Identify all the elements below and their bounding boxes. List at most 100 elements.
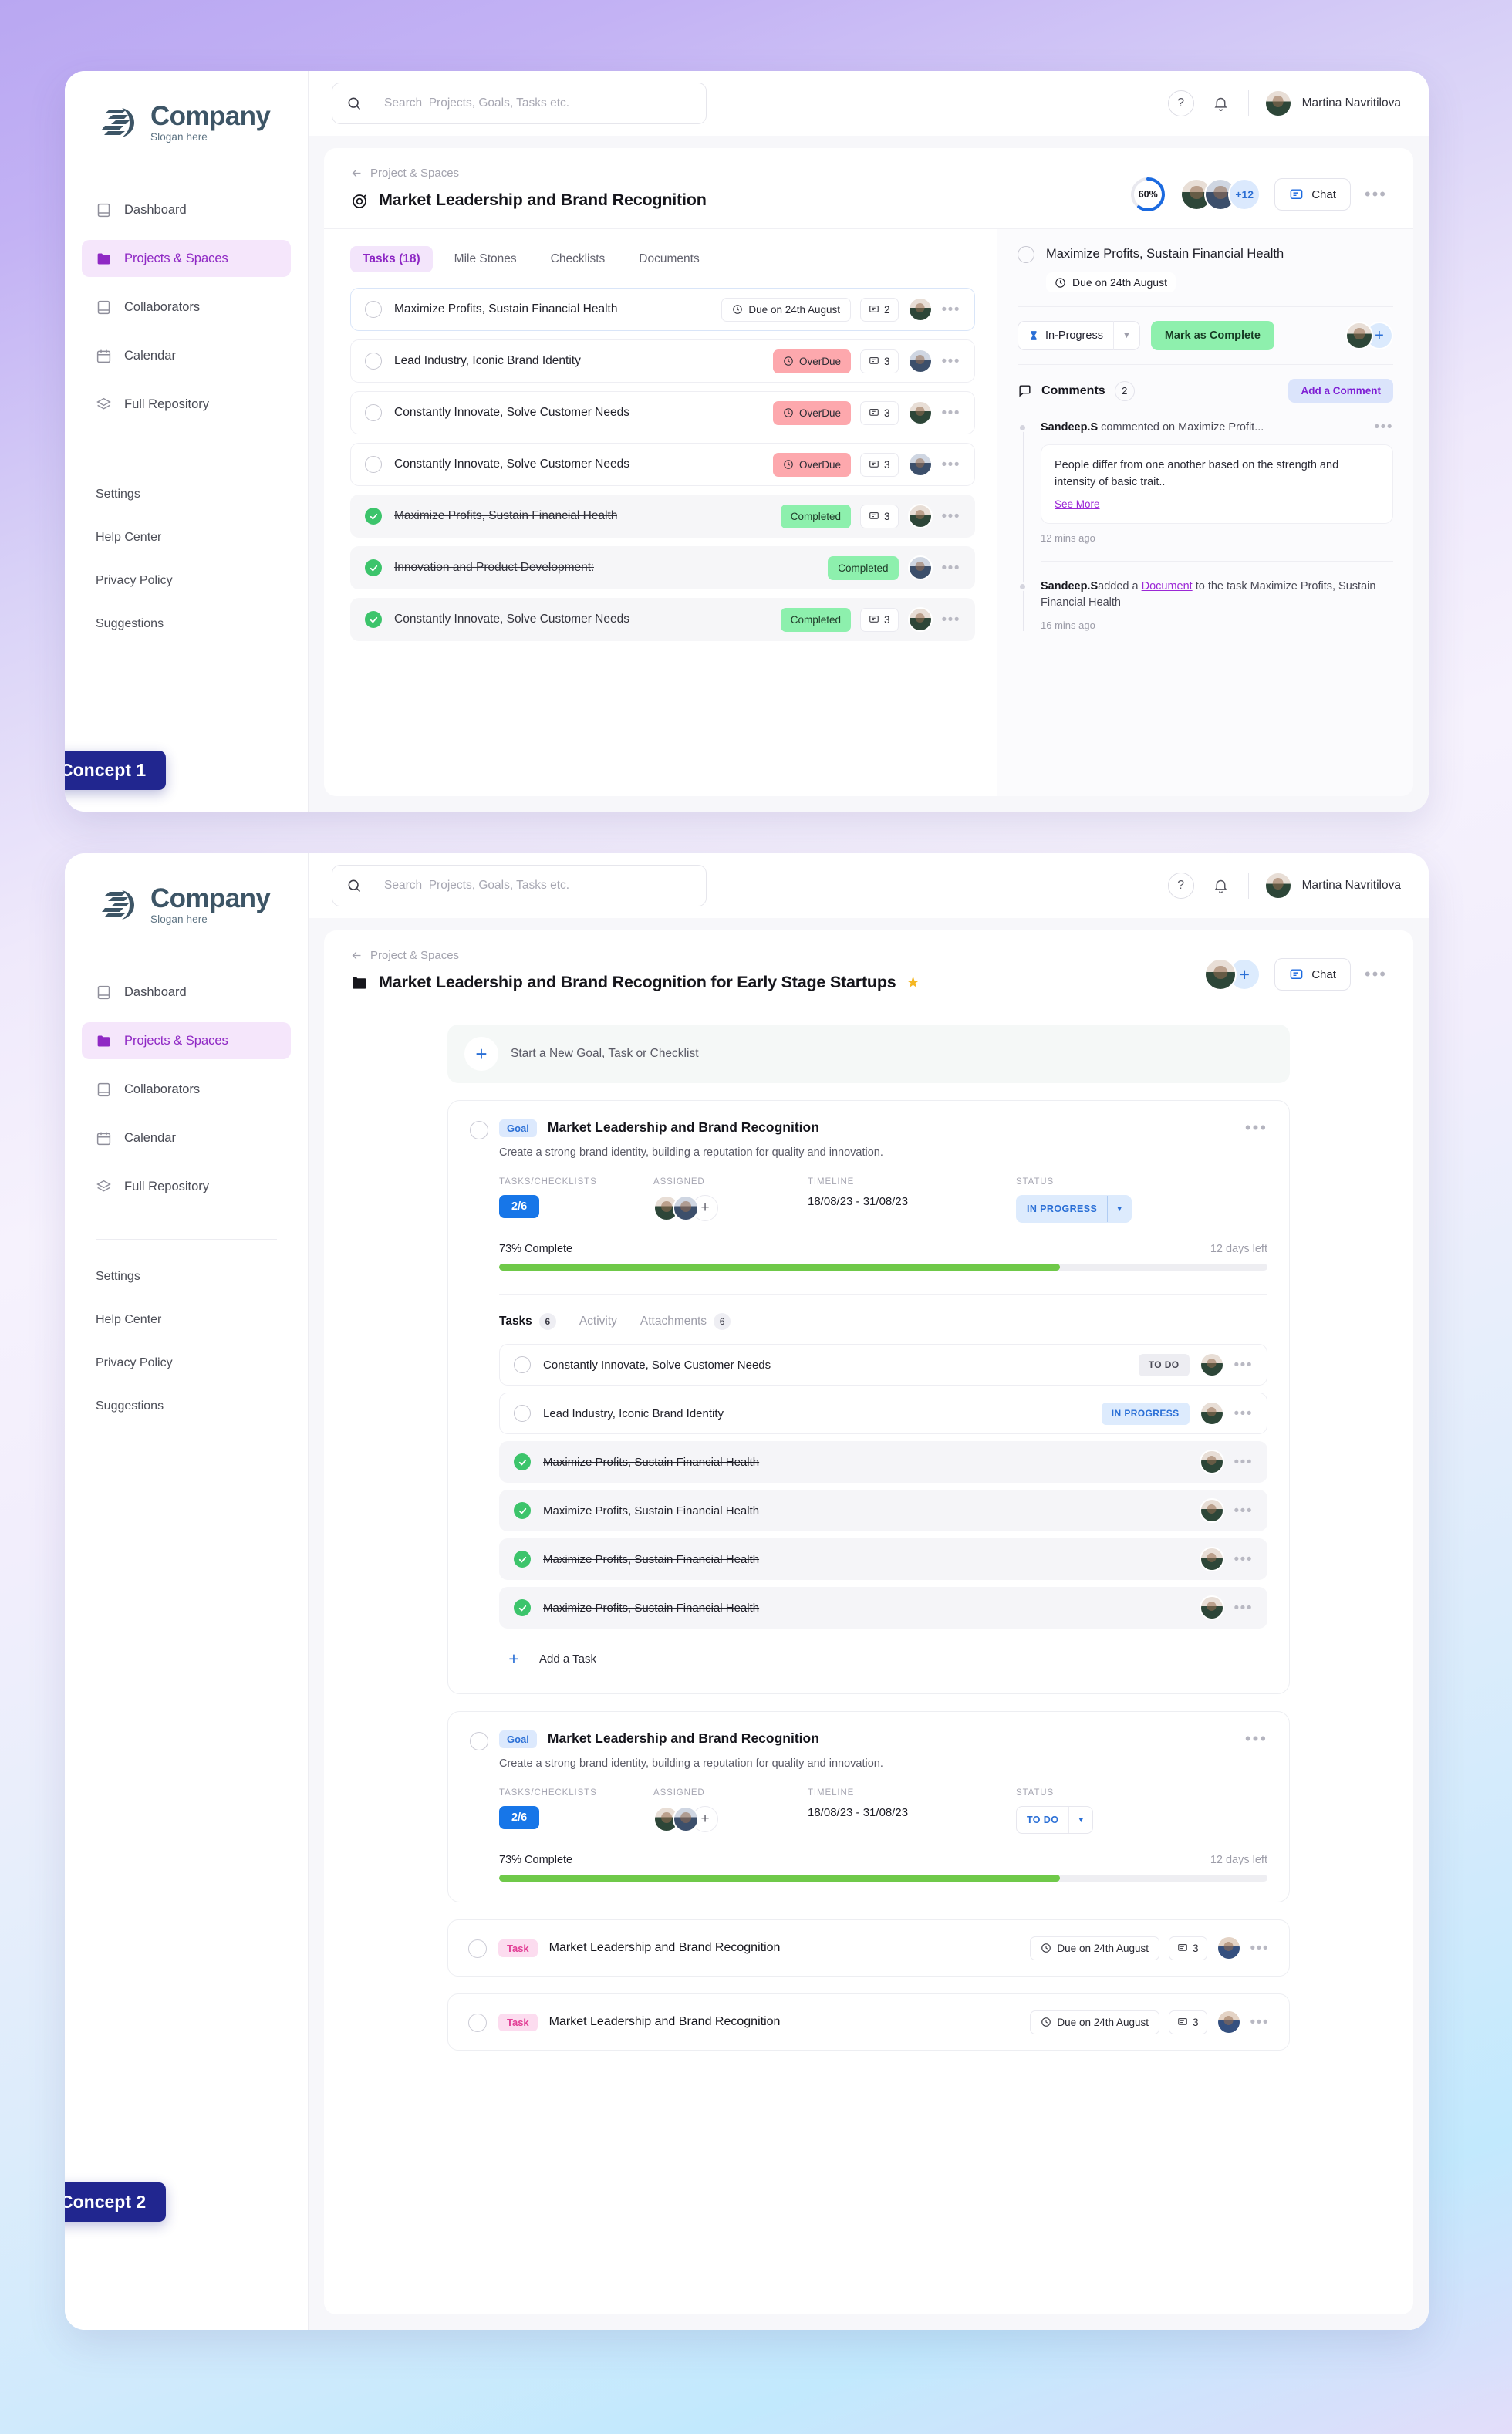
sidebar-item-projects-spaces[interactable]: Projects & Spaces	[82, 1022, 291, 1059]
task-checkbox[interactable]	[365, 353, 382, 370]
goal-task-row[interactable]: Maximize Profits, Sustain Financial Heal…	[499, 1538, 1267, 1580]
comment-count[interactable]: 3	[1169, 2010, 1207, 2034]
task-checkbox[interactable]	[468, 1939, 487, 1958]
avatar-overflow-count[interactable]: +12	[1228, 178, 1261, 211]
sidebar-item-full-repository[interactable]: Full Repository	[82, 1168, 291, 1205]
user-menu[interactable]: Martina Navritilova	[1264, 872, 1401, 900]
search-bar[interactable]	[332, 83, 707, 124]
task-more-button[interactable]: •••	[1234, 1406, 1253, 1421]
task-more-button[interactable]: •••	[942, 457, 960, 472]
sidebar-item-settings[interactable]: Settings	[96, 482, 291, 507]
more-options-button[interactable]: •••	[1365, 186, 1387, 203]
sidebar-item-projects-spaces[interactable]: Projects & Spaces	[82, 240, 291, 277]
sidebar-item-suggestions[interactable]: Suggestions	[96, 1394, 291, 1419]
task-row[interactable]: Constantly Innovate, Solve Customer Need…	[350, 598, 975, 641]
status-dropdown[interactable]: TO DO ▼	[1016, 1806, 1094, 1834]
mark-as-complete-button[interactable]: Mark as Complete	[1150, 321, 1274, 350]
task-more-button[interactable]: •••	[942, 613, 960, 627]
notifications-button[interactable]	[1210, 92, 1233, 115]
task-checkbox[interactable]	[514, 1356, 531, 1373]
task-checkbox[interactable]	[514, 1453, 531, 1470]
goal-task-row[interactable]: Lead Industry, Iconic Brand Identity IN P…	[499, 1393, 1267, 1434]
task-more-button[interactable]: •••	[1234, 1601, 1253, 1615]
task-row[interactable]: Maximize Profits, Sustain Financial Heal…	[350, 288, 975, 331]
task-more-button[interactable]: •••	[1234, 1552, 1253, 1567]
task-more-button[interactable]: •••	[942, 561, 960, 576]
sidebar-item-collaborators[interactable]: Collaborators	[82, 289, 291, 326]
task-checkbox[interactable]	[468, 2014, 487, 2032]
task-checkbox[interactable]	[365, 404, 382, 421]
comment-count[interactable]: 3	[860, 400, 899, 425]
search-input[interactable]	[384, 879, 692, 893]
goal-task-row[interactable]: Maximize Profits, Sustain Financial Heal…	[499, 1490, 1267, 1531]
task-card[interactable]: Task Market Leadership and Brand Recognit…	[447, 1993, 1290, 2051]
task-checkbox[interactable]	[514, 1551, 531, 1568]
goal-task-row[interactable]: Maximize Profits, Sustain Financial Heal…	[499, 1587, 1267, 1629]
task-more-button[interactable]: •••	[1234, 1455, 1253, 1470]
task-more-button[interactable]: •••	[942, 509, 960, 524]
goal-checkbox[interactable]	[470, 1121, 488, 1139]
task-row[interactable]: Constantly Innovate, Solve Customer Need…	[350, 443, 975, 486]
help-button[interactable]: ?	[1167, 90, 1194, 116]
goal-checkbox[interactable]	[470, 1732, 488, 1750]
start-new-item-row[interactable]: + Start a New Goal, Task or Checklist	[447, 1025, 1290, 1083]
task-checkbox[interactable]	[514, 1599, 531, 1616]
comment-count[interactable]: 3	[860, 607, 899, 632]
member-avatars[interactable]: +12	[1180, 178, 1261, 211]
task-checkbox[interactable]	[514, 1405, 531, 1422]
member-avatars[interactable]: +	[1204, 958, 1261, 991]
breadcrumb[interactable]: Project & Spaces	[350, 167, 707, 180]
goal-more-button[interactable]: •••	[1245, 1119, 1267, 1136]
task-checkbox[interactable]	[514, 1502, 531, 1519]
chat-button[interactable]: Chat	[1274, 958, 1351, 991]
task-more-button[interactable]: •••	[1250, 1941, 1269, 1956]
sub-tab-tasks[interactable]: Tasks 6	[499, 1313, 556, 1330]
task-row[interactable]: Constantly Innovate, Solve Customer Need…	[350, 391, 975, 434]
search-input[interactable]	[384, 96, 692, 110]
user-menu[interactable]: Martina Navritilova	[1264, 89, 1401, 117]
task-card[interactable]: Task Market Leadership and Brand Recognit…	[447, 1919, 1290, 1977]
sidebar-item-dashboard[interactable]: Dashboard	[82, 191, 291, 228]
task-checkbox[interactable]	[365, 611, 382, 628]
sidebar-item-help-center[interactable]: Help Center	[96, 525, 291, 550]
sidebar-item-collaborators[interactable]: Collaborators	[82, 1071, 291, 1108]
favorite-star-icon[interactable]: ★	[906, 973, 920, 992]
sidebar-item-full-repository[interactable]: Full Repository	[82, 386, 291, 423]
comment-count[interactable]: 2	[860, 297, 899, 322]
add-comment-button[interactable]: Add a Comment	[1288, 379, 1393, 403]
sidebar-item-dashboard[interactable]: Dashboard	[82, 974, 291, 1011]
sub-tab-attachments[interactable]: Attachments 6	[640, 1313, 731, 1330]
chat-button[interactable]: Chat	[1274, 178, 1351, 211]
task-checkbox[interactable]	[365, 508, 382, 525]
task-row[interactable]: Maximize Profits, Sustain Financial Heal…	[350, 495, 975, 538]
more-options-button[interactable]: •••	[1365, 966, 1387, 983]
task-checkbox[interactable]	[365, 559, 382, 576]
sidebar-item-privacy-policy[interactable]: Privacy Policy	[96, 569, 291, 593]
sidebar-item-suggestions[interactable]: Suggestions	[96, 612, 291, 636]
tab-milestones[interactable]: Mile Stones	[442, 246, 529, 272]
task-more-button[interactable]: •••	[1250, 2015, 1269, 2030]
sidebar-item-help-center[interactable]: Help Center	[96, 1308, 291, 1332]
goal-more-button[interactable]: •••	[1245, 1730, 1267, 1747]
task-checkbox[interactable]	[365, 301, 382, 318]
task-row[interactable]: Innovation and Product Development: Compl…	[350, 546, 975, 589]
tab-checklists[interactable]: Checklists	[538, 246, 618, 272]
activity-more-button[interactable]: •••	[1375, 420, 1393, 434]
task-more-button[interactable]: •••	[1234, 1358, 1253, 1372]
task-more-button[interactable]: •••	[942, 406, 960, 420]
detail-checkbox[interactable]	[1018, 246, 1034, 263]
notifications-button[interactable]	[1210, 874, 1233, 897]
tab-documents[interactable]: Documents	[626, 246, 711, 272]
sidebar-item-settings[interactable]: Settings	[96, 1264, 291, 1289]
comment-count[interactable]: 3	[860, 504, 899, 528]
status-dropdown[interactable]: In-Progress ▼	[1018, 321, 1140, 350]
comment-count[interactable]: 3	[1169, 1936, 1207, 1960]
sidebar-item-calendar[interactable]: Calendar	[82, 337, 291, 374]
task-more-button[interactable]: •••	[1234, 1504, 1253, 1518]
task-more-button[interactable]: •••	[942, 354, 960, 369]
sidebar-item-privacy-policy[interactable]: Privacy Policy	[96, 1351, 291, 1376]
see-more-link[interactable]: See More	[1055, 498, 1100, 510]
comment-count[interactable]: 3	[860, 349, 899, 373]
help-button[interactable]: ?	[1167, 873, 1194, 899]
task-row[interactable]: Lead Industry, Iconic Brand Identity Over…	[350, 339, 975, 383]
